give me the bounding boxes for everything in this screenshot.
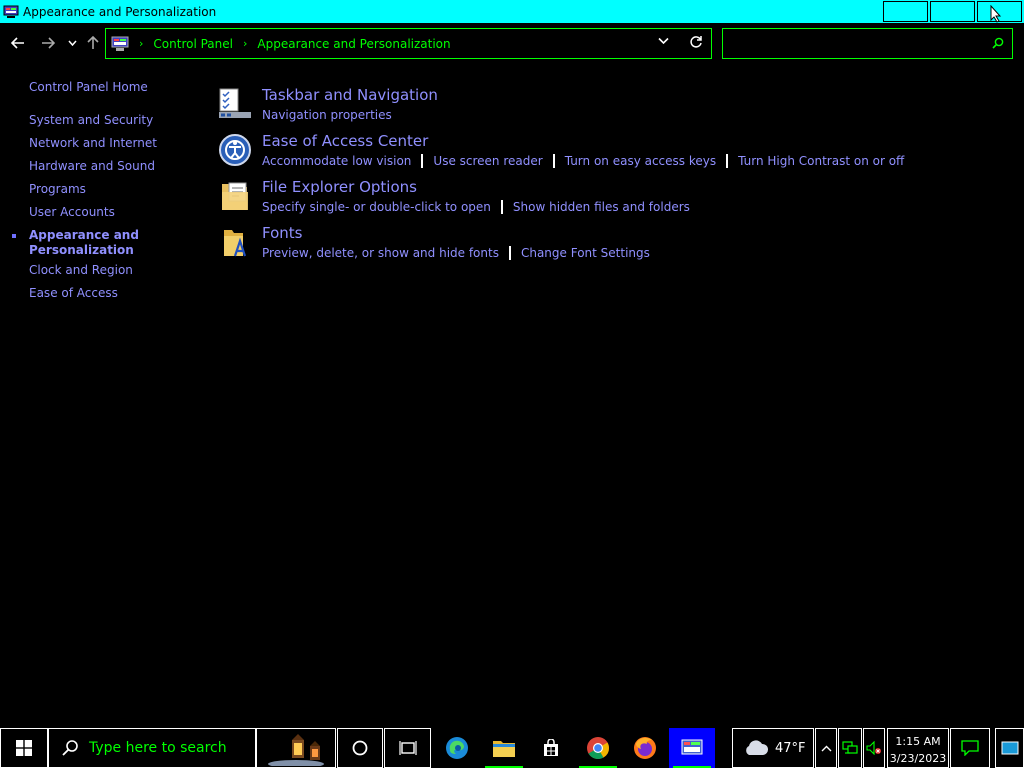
breadcrumb-appearance[interactable]: Appearance and Personalization <box>257 37 450 51</box>
active-indicator <box>12 234 16 238</box>
control-panel-icon <box>111 36 129 51</box>
sidebar-item-hardware-sound[interactable]: Hardware and Sound <box>29 159 155 173</box>
taskbar-search-box[interactable]: Type here to search <box>48 728 256 768</box>
chrome-button[interactable] <box>575 728 621 768</box>
task-view-icon <box>398 741 417 755</box>
link-separator <box>508 246 511 260</box>
sidebar-item-system-security[interactable]: System and Security <box>29 113 153 127</box>
folder-icon <box>493 741 515 757</box>
sidebar-item-user-accounts[interactable]: User Accounts <box>29 205 115 219</box>
arrow-right-icon <box>42 37 55 49</box>
search-box[interactable] <box>722 28 1013 59</box>
file-explorer-button[interactable] <box>481 728 527 768</box>
search-highlight-image[interactable] <box>256 728 336 768</box>
clock-time: 1:15 AM <box>895 735 941 748</box>
title-bar: Appearance and Personalization <box>0 0 1024 23</box>
volume-button[interactable] <box>863 728 885 768</box>
action-center-button[interactable] <box>950 728 990 768</box>
task-view-button[interactable] <box>384 728 431 768</box>
search-icon[interactable] <box>992 37 1004 49</box>
weather-temperature: 47°F <box>775 740 806 756</box>
link-accommodate-low-vision[interactable]: Accommodate low vision <box>262 154 411 168</box>
firefox-button[interactable] <box>622 728 668 768</box>
firefox-browser-icon <box>634 737 656 759</box>
sidebar-item-control-panel-home[interactable]: Control Panel Home <box>29 80 148 94</box>
start-button[interactable] <box>0 728 48 768</box>
desktop-icon <box>1001 741 1018 755</box>
link-separator <box>552 154 555 168</box>
breadcrumb-separator-icon[interactable]: › <box>243 37 247 50</box>
volume-muted-icon <box>866 741 881 755</box>
windows-logo-icon <box>16 740 32 756</box>
clock[interactable]: 1:15 AM 3/23/2023 <box>887 728 949 768</box>
taskbar: Type here to search 47°F 1:15 AM 3/23/20… <box>0 728 1024 768</box>
sidebar-item-network-internet[interactable]: Network and Internet <box>29 136 157 150</box>
link-separator <box>726 154 729 168</box>
edge-browser-icon <box>446 737 468 759</box>
search-input[interactable] <box>727 33 987 54</box>
sidebar-item-ease-of-access[interactable]: Ease of Access <box>29 286 118 300</box>
up-button[interactable] <box>83 32 103 54</box>
cortana-button[interactable] <box>337 728 383 768</box>
address-bar[interactable]: › Control Panel › Appearance and Persona… <box>105 28 712 59</box>
control-panel-icon <box>3 5 19 18</box>
fonts-icon[interactable] <box>217 226 253 262</box>
category-title[interactable]: Taskbar and Navigation <box>262 86 438 104</box>
link-single-double-click[interactable]: Specify single- or double-click to open <box>262 200 491 214</box>
link-show-hidden-files[interactable]: Show hidden files and folders <box>513 200 690 214</box>
mouse-cursor-icon <box>990 4 1001 23</box>
chevron-down-icon[interactable] <box>658 37 669 45</box>
link-separator <box>500 200 503 214</box>
lanterns-icon <box>268 734 324 766</box>
breadcrumb-separator-icon[interactable]: › <box>139 37 143 50</box>
edge-button[interactable] <box>434 728 480 768</box>
notification-icon <box>961 740 979 756</box>
chevron-down-icon <box>67 40 77 46</box>
window-title: Appearance and Personalization <box>23 4 217 19</box>
control-panel-icon <box>681 739 703 755</box>
breadcrumb-control-panel[interactable]: Control Panel <box>153 37 233 51</box>
link-change-font-settings[interactable]: Change Font Settings <box>521 246 650 260</box>
show-desktop-button[interactable] <box>995 728 1024 768</box>
link-separator <box>421 154 424 168</box>
clock-date: 3/23/2023 <box>889 752 947 765</box>
sidebar-item-clock-region[interactable]: Clock and Region <box>29 263 133 277</box>
taskbar-search-placeholder: Type here to search <box>89 740 227 756</box>
control-panel-taskbar-button[interactable] <box>669 728 715 768</box>
link-preview-fonts[interactable]: Preview, delete, or show and hide fonts <box>262 246 499 260</box>
link-high-contrast[interactable]: Turn High Contrast on or off <box>738 154 904 168</box>
minimize-button[interactable] <box>883 1 928 22</box>
ease-of-access-icon[interactable] <box>217 134 253 170</box>
arrow-up-icon <box>87 36 99 49</box>
maximize-button[interactable] <box>930 1 975 22</box>
network-icon <box>842 741 858 754</box>
close-button[interactable] <box>977 1 1022 23</box>
cortana-circle-icon <box>352 740 368 756</box>
cloud-icon <box>746 740 769 755</box>
refresh-icon[interactable] <box>689 35 703 49</box>
search-icon <box>62 740 78 756</box>
taskbar-icon[interactable] <box>217 88 253 124</box>
weather-widget[interactable]: 47°F <box>732 728 814 768</box>
sidebar-item-appearance-personalization[interactable]: Appearance and Personalization <box>29 228 159 258</box>
category-title[interactable]: File Explorer Options <box>262 178 417 196</box>
folder-options-icon[interactable] <box>217 180 253 216</box>
store-bag-icon <box>544 739 558 756</box>
network-button[interactable] <box>838 728 862 768</box>
category-title[interactable]: Fonts <box>262 224 302 242</box>
link-use-screen-reader[interactable]: Use screen reader <box>433 154 542 168</box>
link-navigation-properties[interactable]: Navigation properties <box>262 108 392 122</box>
link-easy-access-keys[interactable]: Turn on easy access keys <box>565 154 716 168</box>
store-button[interactable] <box>528 728 574 768</box>
forward-button[interactable] <box>38 32 58 54</box>
chrome-browser-icon <box>587 737 609 759</box>
recent-locations-button[interactable] <box>62 32 82 54</box>
chevron-up-icon <box>821 745 831 751</box>
back-button[interactable] <box>8 32 28 54</box>
category-title[interactable]: Ease of Access Center <box>262 132 428 150</box>
arrow-left-icon <box>11 37 24 49</box>
show-hidden-icons-button[interactable] <box>815 728 837 768</box>
sidebar-item-programs[interactable]: Programs <box>29 182 86 196</box>
